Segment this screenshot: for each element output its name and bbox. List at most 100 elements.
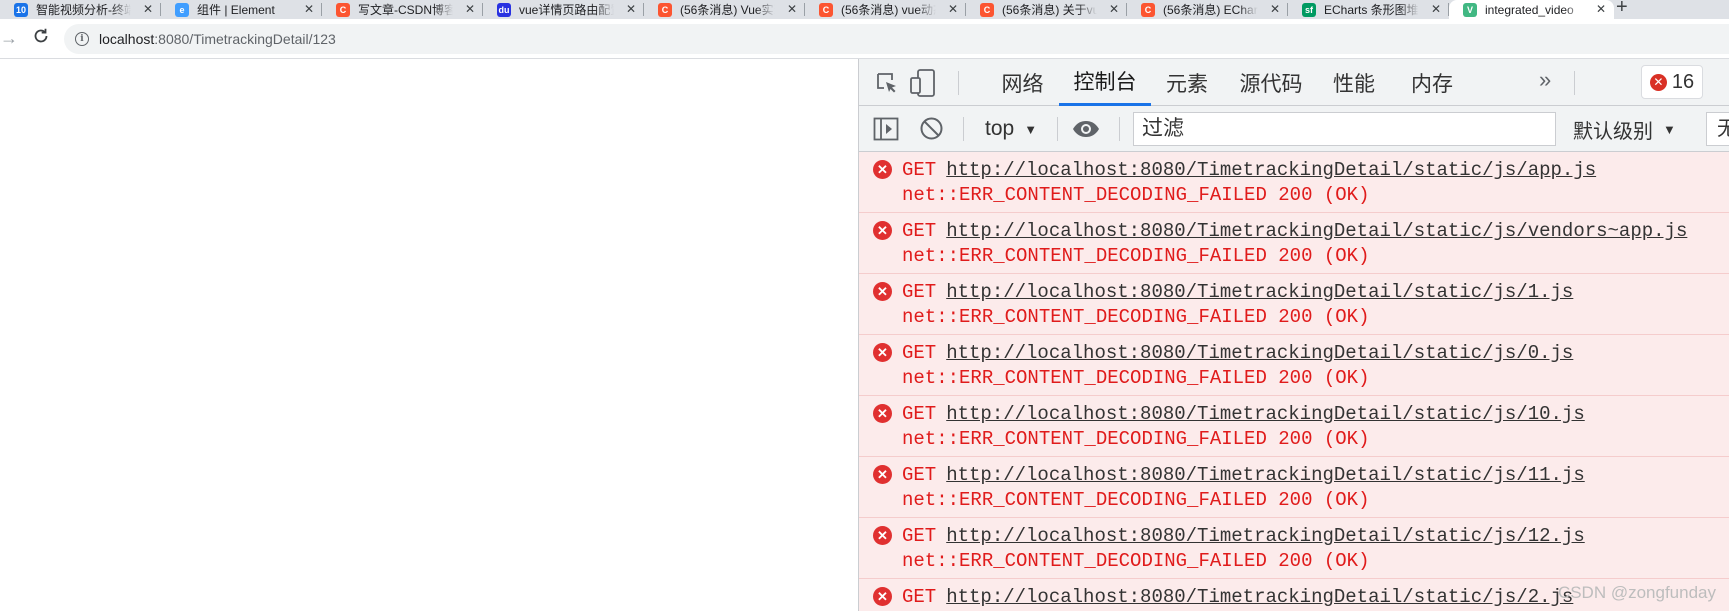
- browser-tab[interactable]: C 写文章-CSDN博客 ✕: [322, 0, 483, 19]
- browser-tab[interactable]: C (56条消息) vue动态 ✕: [805, 0, 966, 19]
- tab-title: (56条消息) vue动态: [841, 3, 936, 17]
- error-icon: ✕: [873, 587, 892, 606]
- tab-close-icon[interactable]: ✕: [304, 2, 314, 16]
- error-icon: ✕: [873, 526, 892, 545]
- request-method: GET: [902, 159, 937, 181]
- forward-arrow-icon[interactable]: →: [0, 28, 18, 49]
- browser-tab[interactable]: Vintegrated_video ✕: [1449, 0, 1614, 19]
- toolbar-divider: [1574, 71, 1575, 95]
- browser-tab[interactable]: C (56条消息) 关于vue ✕: [966, 0, 1127, 19]
- request-method: GET: [902, 342, 937, 364]
- tab-favicon-icon: C: [1141, 2, 1155, 17]
- message-request-line: GET http://localhost:8080/TimetrackingDet…: [902, 525, 1585, 547]
- tab-title: ECharts 条形图堆叠: [1324, 3, 1419, 17]
- toolbar-divider: [1119, 117, 1120, 141]
- tab-favicon-icon: C: [819, 2, 833, 17]
- request-url-link[interactable]: http://localhost:8080/TimetrackingDetail…: [946, 525, 1585, 547]
- error-icon: ✕: [873, 282, 892, 301]
- console-filter-bar: top ▼ 默认级别 ▼ 无: [859, 106, 1729, 152]
- tab-favicon-icon: C: [658, 2, 672, 17]
- device-toolbar-icon[interactable]: [909, 68, 937, 98]
- request-url-link[interactable]: http://localhost:8080/TimetrackingDetail…: [946, 159, 1596, 181]
- tab-favicon-icon: du: [497, 2, 511, 17]
- tab-close-icon[interactable]: ✕: [143, 2, 153, 16]
- clear-console-icon[interactable]: [919, 116, 944, 141]
- browser-tab[interactable]: e 组件 | Element ✕: [161, 0, 322, 19]
- message-request-line: GET http://localhost:8080/TimetrackingDet…: [902, 586, 1573, 608]
- devtools-tab[interactable]: 控制台: [1059, 59, 1151, 106]
- console-error-message: ✕ GET http://localhost:8080/TimetrackingDe…: [859, 457, 1729, 518]
- tab-separator: [804, 3, 805, 16]
- browser-tab[interactable]: C (56条消息) EChar ✕: [1127, 0, 1288, 19]
- console-messages: ✕ GET http://localhost:8080/TimetrackingDe…: [859, 152, 1729, 611]
- devtools-tab[interactable]: 源代码: [1229, 59, 1313, 106]
- site-info-icon[interactable]: i: [75, 32, 89, 46]
- error-detail: net::ERR_CONTENT_DECODING_FAILED 200 (OK…: [902, 428, 1370, 450]
- request-url-link[interactable]: http://localhost:8080/TimetrackingDetail…: [946, 586, 1573, 608]
- console-error-message: ✕ GET http://localhost:8080/TimetrackingDe…: [859, 213, 1729, 274]
- execution-context-select[interactable]: top ▼: [985, 116, 1037, 142]
- tab-close-icon[interactable]: ✕: [948, 2, 958, 16]
- tab-separator: [482, 3, 483, 16]
- browser-tab[interactable]: du vue详情页路由配置 ✕: [483, 0, 644, 19]
- request-method: GET: [902, 525, 937, 547]
- error-icon: ✕: [873, 343, 892, 362]
- tab-favicon-icon: 10: [14, 2, 28, 17]
- inspect-element-icon[interactable]: [875, 71, 899, 95]
- request-method: GET: [902, 281, 937, 303]
- show-sidebar-icon[interactable]: [873, 117, 899, 141]
- tab-title: 智能视频分析-终端: [36, 3, 131, 17]
- request-method: GET: [902, 220, 937, 242]
- request-url-link[interactable]: http://localhost:8080/TimetrackingDetail…: [946, 342, 1573, 364]
- issues-button[interactable]: 无: [1706, 112, 1729, 146]
- tab-title: 写文章-CSDN博客: [358, 3, 453, 17]
- request-url-link[interactable]: http://localhost:8080/TimetrackingDetail…: [946, 403, 1585, 425]
- error-detail: net::ERR_CONTENT_DECODING_FAILED 200 (OK…: [902, 550, 1370, 572]
- devtools-tab[interactable]: 网络: [985, 59, 1060, 106]
- error-circle-icon: ✕: [1649, 73, 1667, 91]
- console-error-message: ✕ GET http://localhost:8080/TimetrackingDe…: [859, 274, 1729, 335]
- request-url-link[interactable]: http://localhost:8080/TimetrackingDetail…: [946, 464, 1585, 486]
- url-host: localhost: [99, 31, 155, 47]
- tab-close-icon[interactable]: ✕: [1431, 2, 1441, 16]
- watermark: CSDN @zongfunday: [1557, 583, 1716, 602]
- reload-icon[interactable]: [32, 27, 50, 50]
- tab-title: 组件 | Element: [197, 3, 275, 17]
- address-bar[interactable]: i localhost:8080/TimetrackingDetail/123: [64, 24, 1729, 54]
- tab-separator: [643, 3, 644, 16]
- devtools-tab[interactable]: 性能: [1321, 59, 1387, 106]
- console-filter-input[interactable]: [1133, 112, 1556, 146]
- execution-context-value: top: [985, 117, 1015, 140]
- tab-close-icon[interactable]: ✕: [1270, 2, 1280, 16]
- error-detail: net::ERR_CONTENT_DECODING_FAILED 200 (OK…: [902, 184, 1370, 206]
- tab-favicon-icon: C: [980, 2, 994, 17]
- more-tabs-icon[interactable]: »: [1539, 67, 1551, 93]
- tab-close-icon[interactable]: ✕: [465, 2, 475, 16]
- devtools-tab[interactable]: 内存: [1399, 59, 1465, 106]
- new-tab-button[interactable]: +: [1616, 0, 1628, 19]
- devtools-panel: » ✕ 16 网络 控制台 元素 源代码 性能 内存 top ▼ 过滤 默认级别…: [858, 59, 1729, 611]
- request-url-link[interactable]: http://localhost:8080/TimetrackingDetail…: [946, 281, 1573, 303]
- message-request-line: GET http://localhost:8080/TimetrackingDet…: [902, 403, 1585, 425]
- tab-separator: [321, 3, 322, 16]
- tab-close-icon[interactable]: ✕: [1596, 2, 1606, 16]
- tab-close-icon[interactable]: ✕: [1109, 2, 1119, 16]
- devtools-tab[interactable]: 元素: [1155, 59, 1219, 106]
- log-level-select[interactable]: 默认级别 ▼: [1573, 116, 1676, 143]
- browser-tab[interactable]: 10 智能视频分析-终端 ✕: [0, 0, 161, 19]
- tab-favicon-icon: C: [336, 2, 350, 17]
- toolbar-divider: [963, 117, 964, 141]
- request-url-link[interactable]: http://localhost:8080/TimetrackingDetail…: [946, 220, 1687, 242]
- error-icon: ✕: [873, 465, 892, 484]
- tab-close-icon[interactable]: ✕: [626, 2, 636, 16]
- tab-separator: [965, 3, 966, 16]
- tab-close-icon[interactable]: ✕: [787, 2, 797, 16]
- live-expression-eye-icon[interactable]: [1071, 118, 1101, 140]
- error-count-badge[interactable]: ✕ 16: [1641, 65, 1703, 99]
- tab-favicon-icon: e: [175, 2, 189, 17]
- message-request-line: GET http://localhost:8080/TimetrackingDet…: [902, 281, 1573, 303]
- browser-tab[interactable]: sf ECharts 条形图堆叠 ✕: [1288, 0, 1449, 19]
- browser-tab[interactable]: C (56条消息) Vue实现 ✕: [644, 0, 805, 19]
- error-detail: net::ERR_CONTENT_DECODING_FAILED 200 (OK…: [902, 245, 1370, 267]
- page-viewport: [0, 60, 858, 611]
